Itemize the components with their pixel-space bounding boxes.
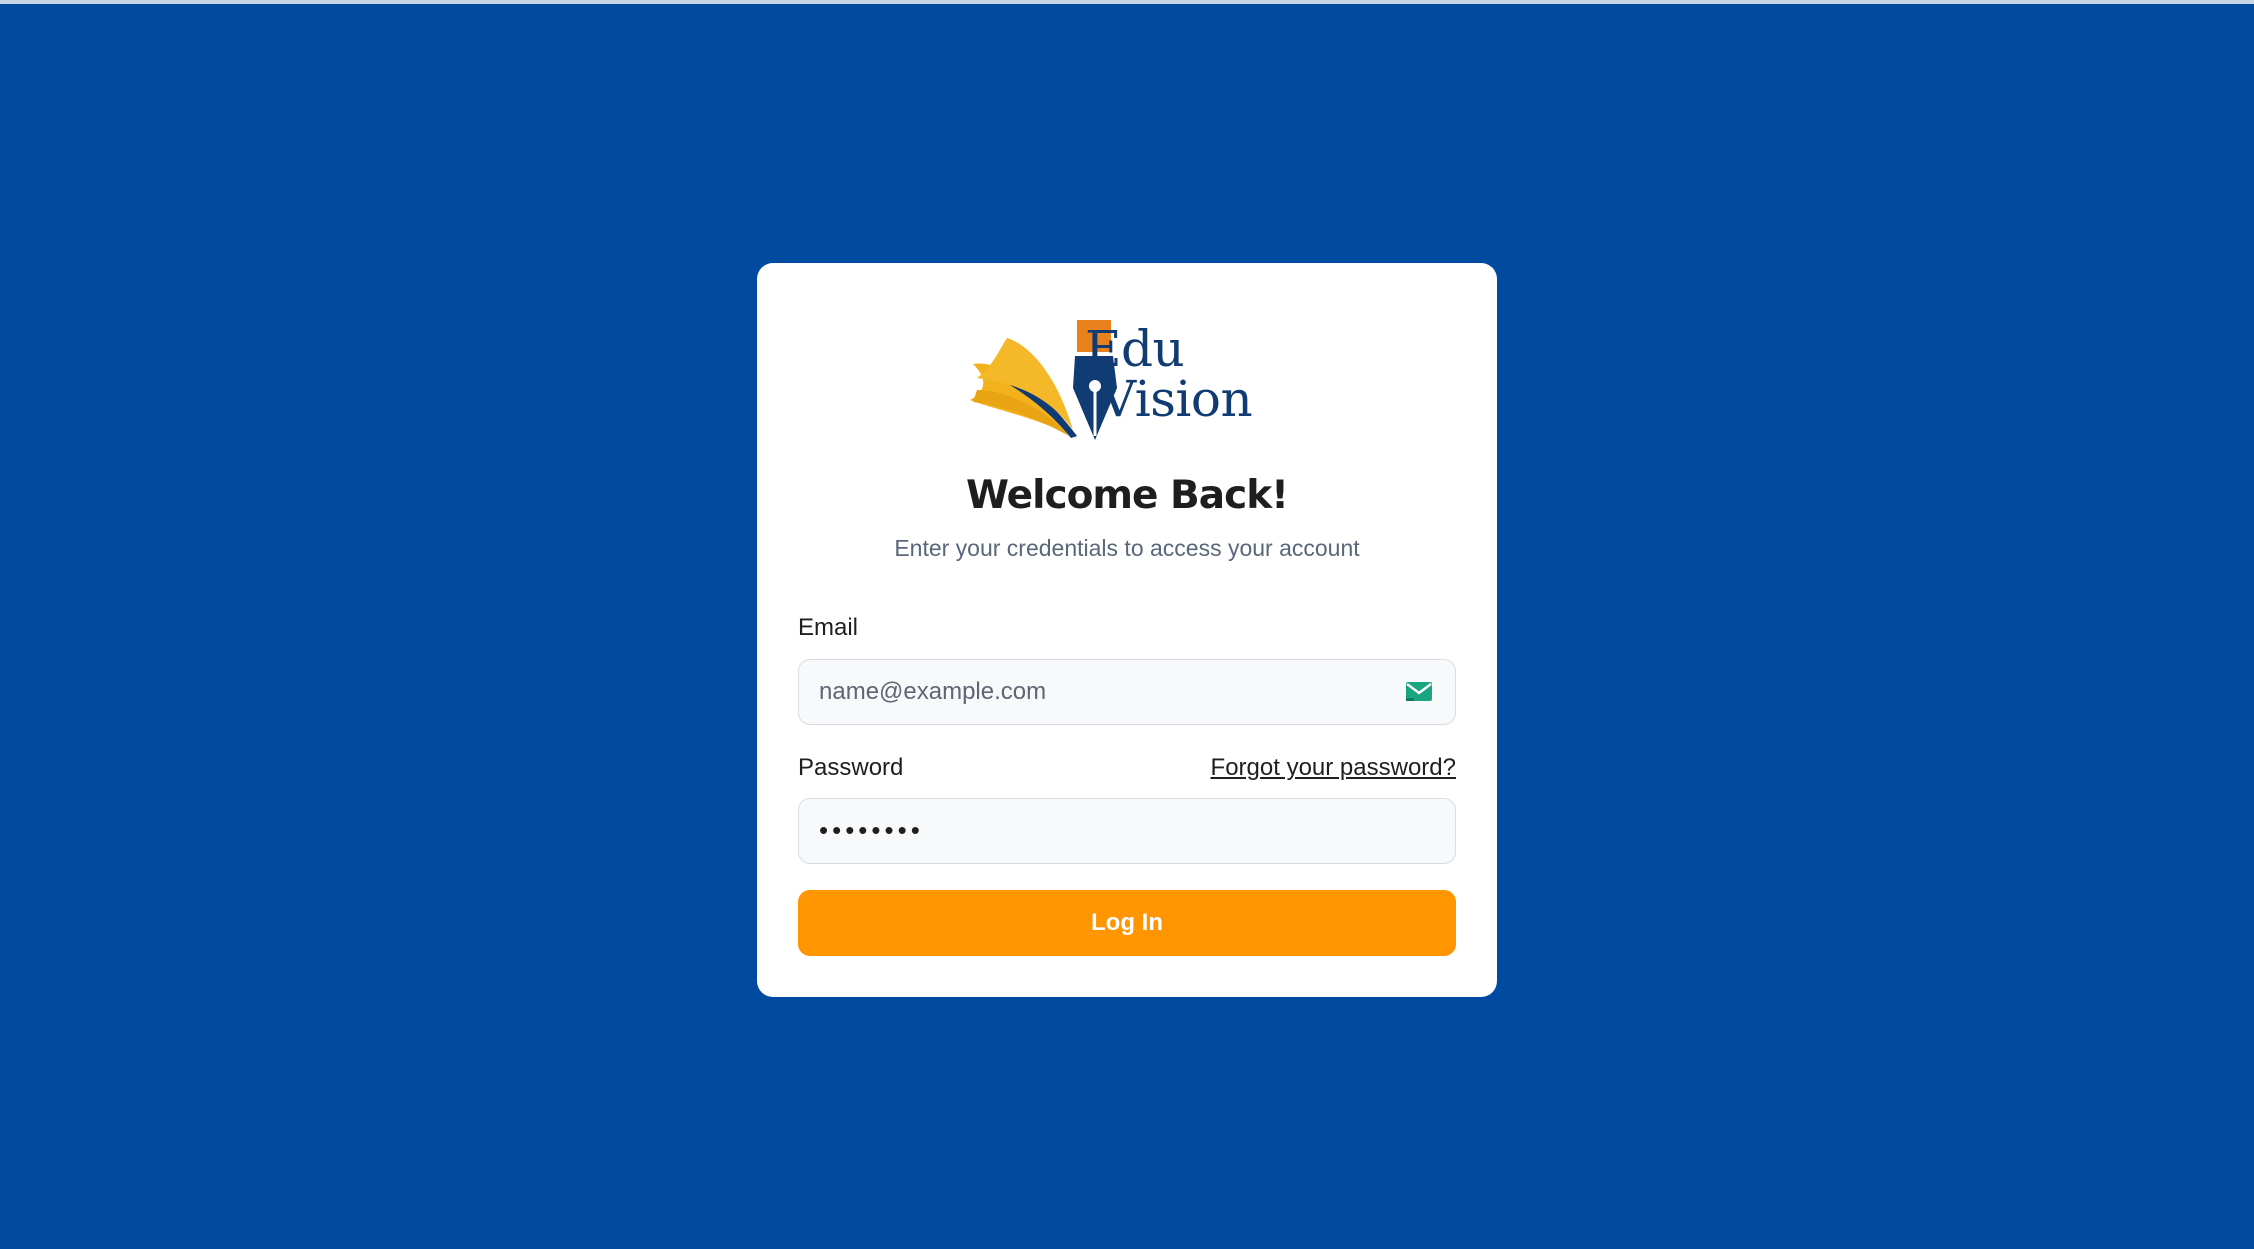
page-subtitle: Enter your credentials to access your ac… bbox=[894, 535, 1360, 561]
password-field[interactable] bbox=[819, 799, 1389, 862]
password-label: Password bbox=[798, 754, 904, 781]
password-field-wrapper bbox=[798, 798, 1456, 864]
forgot-password-link[interactable]: Forgot your password? bbox=[1211, 754, 1456, 782]
email-field-wrapper bbox=[798, 659, 1456, 725]
page-title: Welcome Back! bbox=[966, 473, 1289, 518]
email-field[interactable] bbox=[819, 660, 1389, 723]
browser-top-edge bbox=[0, 0, 2254, 4]
mail-icon bbox=[1406, 682, 1432, 701]
login-card: Edu Vision Welcome Back! Enter your cred… bbox=[757, 263, 1497, 997]
logo-text-vision: Vision bbox=[1100, 370, 1253, 428]
logo-text-edu: Edu bbox=[1085, 320, 1185, 378]
brand-logo: Edu Vision bbox=[967, 318, 1287, 443]
login-button[interactable]: Log In bbox=[798, 890, 1456, 956]
email-label: Email bbox=[798, 614, 859, 641]
